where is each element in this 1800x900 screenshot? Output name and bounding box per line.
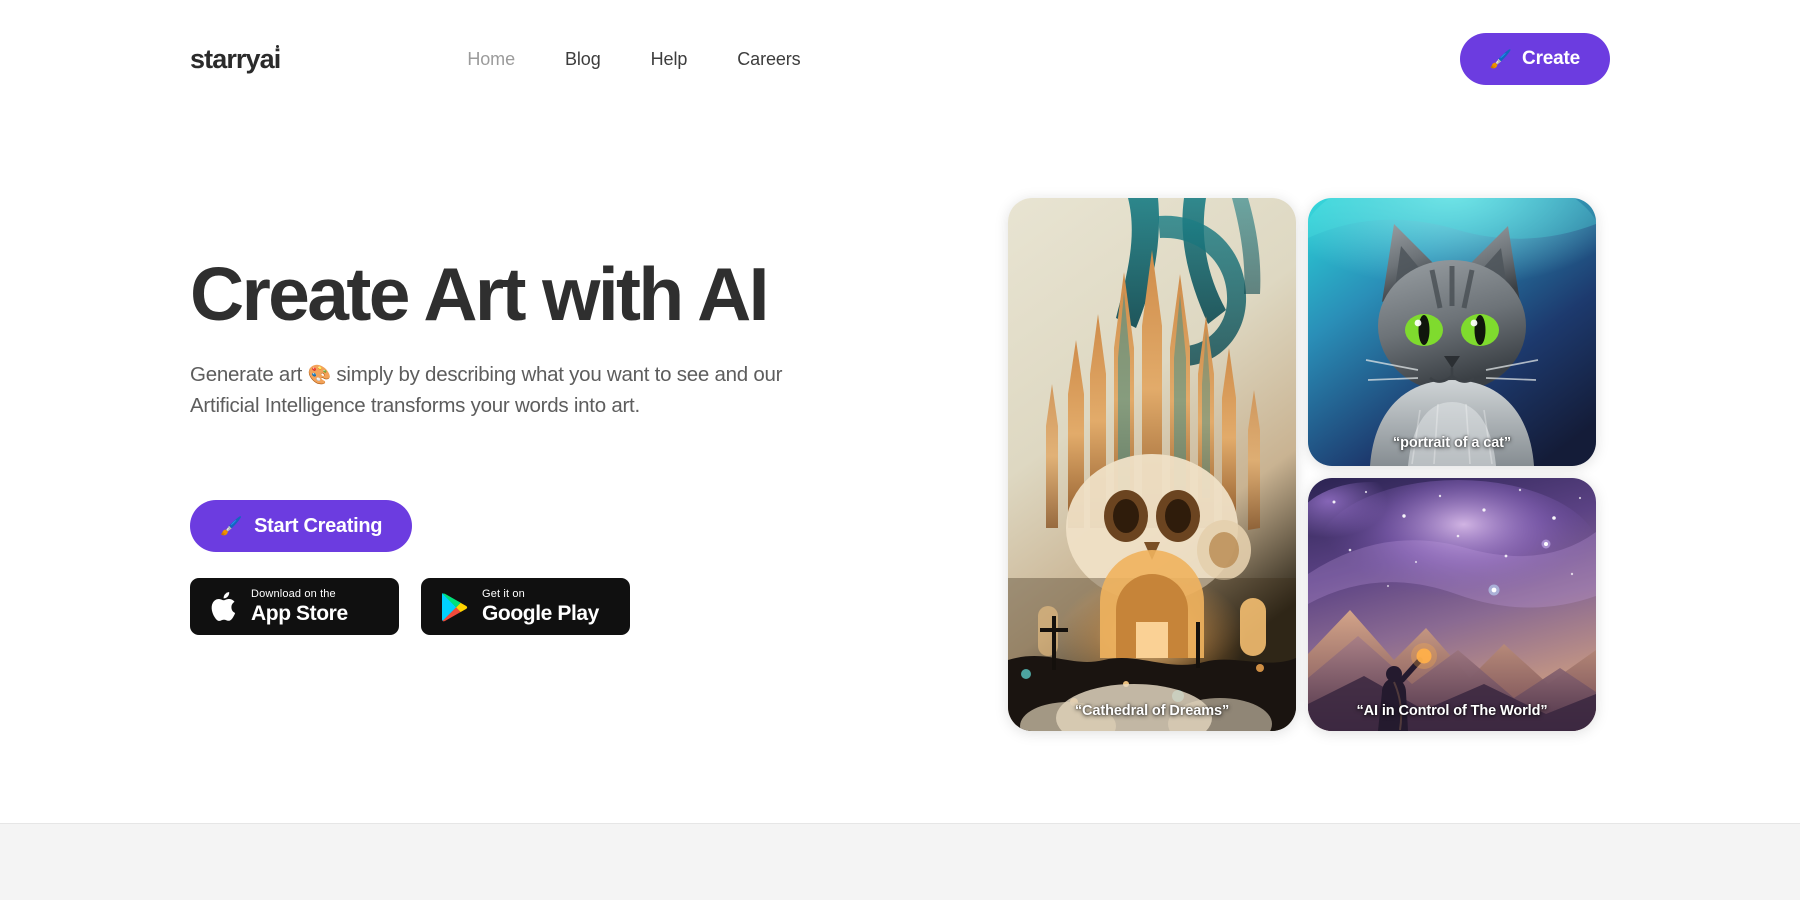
- start-creating-label: Start Creating: [254, 514, 383, 537]
- main-navigation: Home Blog Help Careers: [467, 49, 800, 70]
- hero-subtitle-part1: Generate art: [190, 362, 303, 386]
- google-play-big-label: Google Play: [482, 602, 599, 626]
- nav-link-help[interactable]: Help: [651, 49, 688, 70]
- artwork-gallery: “Cathedral of Dreams” “portrait of a cat…: [1008, 198, 1598, 731]
- hero-subtitle: Generate art 🎨 simply by describing what…: [190, 359, 830, 423]
- google-play-icon: [439, 590, 469, 624]
- app-store-big-label: App Store: [251, 602, 348, 626]
- start-creating-button[interactable]: 🖌️ Start Creating: [190, 500, 413, 553]
- gallery-card-ai-world[interactable]: “AI in Control of The World”: [1308, 478, 1596, 731]
- app-store-badge[interactable]: Download on the App Store: [190, 578, 399, 636]
- store-badges: Download on the App Store Get it on Goog…: [190, 578, 1010, 636]
- app-store-small-label: Download on the: [251, 588, 336, 601]
- google-play-text: Get it on Google Play: [482, 588, 599, 626]
- nav-link-careers[interactable]: Careers: [737, 49, 800, 70]
- create-button-label: Create: [1522, 48, 1580, 69]
- gallery-card-cat[interactable]: “portrait of a cat”: [1308, 198, 1596, 466]
- cathedral-artwork: [1008, 198, 1296, 731]
- brand-logo[interactable]: starryai: [190, 43, 281, 75]
- brand-logo-text: starryai: [190, 43, 281, 74]
- google-play-small-label: Get it on: [482, 588, 525, 601]
- apple-icon: [208, 590, 238, 624]
- hero-content: Create Art with AI Generate art 🎨 simply…: [190, 252, 1010, 636]
- site-header: starryai Home Blog Help Careers 🖌️ Creat…: [0, 0, 1800, 118]
- cat-artwork: [1308, 198, 1596, 466]
- nav-link-home[interactable]: Home: [467, 49, 515, 70]
- page-title: Create Art with AI: [190, 252, 770, 336]
- create-button[interactable]: 🖌️ Create: [1459, 33, 1610, 85]
- gallery-card-cathedral[interactable]: “Cathedral of Dreams”: [1008, 198, 1296, 731]
- app-store-text: Download on the App Store: [251, 588, 348, 626]
- landing-page: starryai Home Blog Help Careers 🖌️ Creat…: [0, 0, 1800, 900]
- paintbrush-icon: 🖌️: [1489, 49, 1513, 69]
- paintbrush-icon: 🖌️: [220, 516, 243, 537]
- palette-icon: 🎨: [307, 364, 332, 386]
- bottom-section-band: [0, 823, 1800, 900]
- nav-link-blog[interactable]: Blog: [565, 49, 601, 70]
- gallery-right-column: “portrait of a cat” “AI in Control of Th…: [1308, 198, 1596, 731]
- google-play-badge[interactable]: Get it on Google Play: [421, 578, 630, 636]
- ai-world-artwork: [1308, 478, 1596, 731]
